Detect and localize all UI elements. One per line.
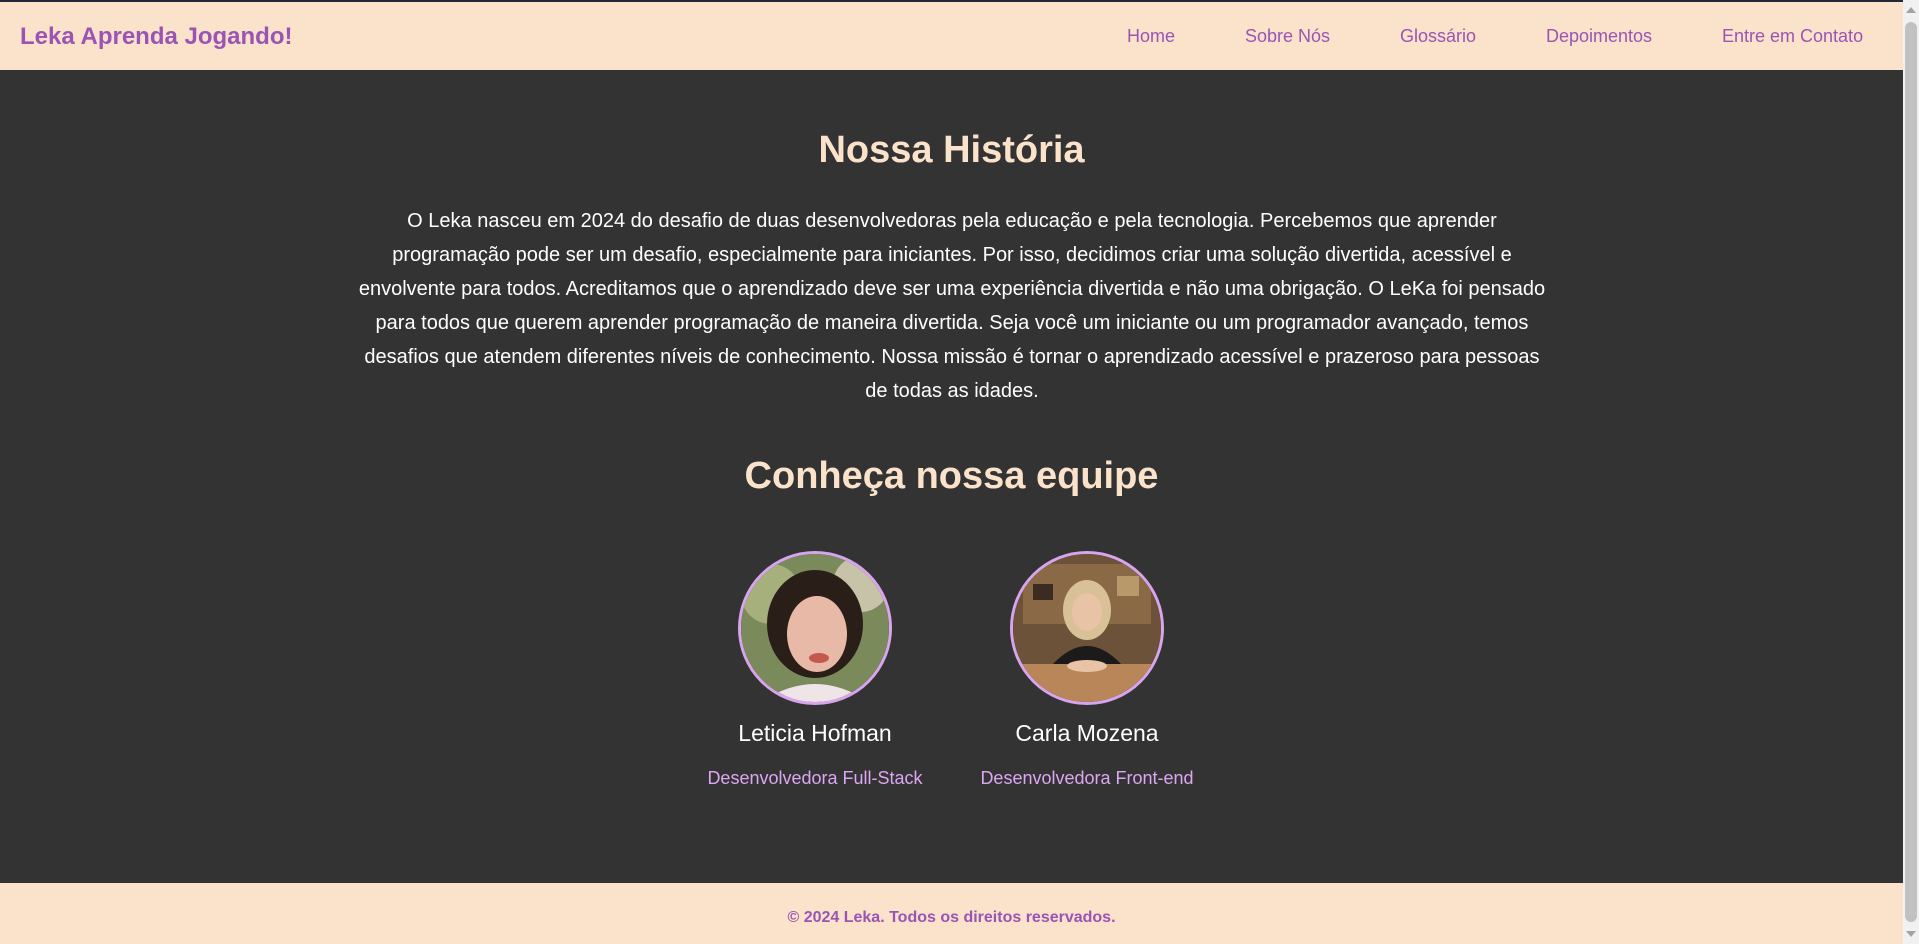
main-content: Nossa História O Leka nasceu em 2024 do … — [0, 70, 1903, 883]
page-scrollbar[interactable] — [1903, 0, 1919, 944]
member-role: Desenvolvedora Full-Stack — [707, 768, 923, 788]
avatar — [1010, 551, 1164, 705]
nav-home-link[interactable]: Home — [1127, 26, 1175, 47]
nav-contato-link[interactable]: Entre em Contato — [1722, 26, 1863, 47]
scroll-down-arrow-icon[interactable] — [1906, 931, 1916, 937]
nav-glossario-link[interactable]: Glossário — [1400, 26, 1476, 47]
member-photo-carla — [1013, 554, 1161, 702]
site-header: Leka Aprenda Jogando! Home Sobre Nós Glo… — [0, 2, 1903, 70]
site-logo[interactable]: Leka Aprenda Jogando! — [20, 23, 292, 51]
nav-depoimentos-link[interactable]: Depoimentos — [1546, 26, 1652, 47]
scroll-up-arrow-icon[interactable] — [1906, 7, 1916, 13]
team-member-card: Carla Mozena Desenvolvedora Front-end — [957, 551, 1217, 789]
member-photo-leticia — [741, 554, 889, 702]
avatar — [738, 551, 892, 705]
site-footer: © 2024 Leka. Todos os direitos reservado… — [0, 883, 1903, 944]
scrollbar-thumb[interactable] — [1905, 22, 1917, 922]
story-title: Nossa História — [818, 129, 1085, 171]
member-role: Desenvolvedora Front-end — [980, 768, 1194, 788]
copyright-text: © 2024 Leka. Todos os direitos reservado… — [787, 909, 1116, 926]
nav-sobre-nos-link[interactable]: Sobre Nós — [1245, 26, 1330, 47]
team-title: Conheça nossa equipe — [744, 455, 1159, 497]
story-text: O Leka nasceu em 2024 do desafio de duas… — [358, 210, 1546, 402]
member-name: Carla Mozena — [1015, 720, 1159, 746]
member-name: Leticia Hofman — [738, 720, 892, 746]
team-member-card: Leticia Hofman Desenvolvedora Full-Stack — [685, 551, 945, 789]
